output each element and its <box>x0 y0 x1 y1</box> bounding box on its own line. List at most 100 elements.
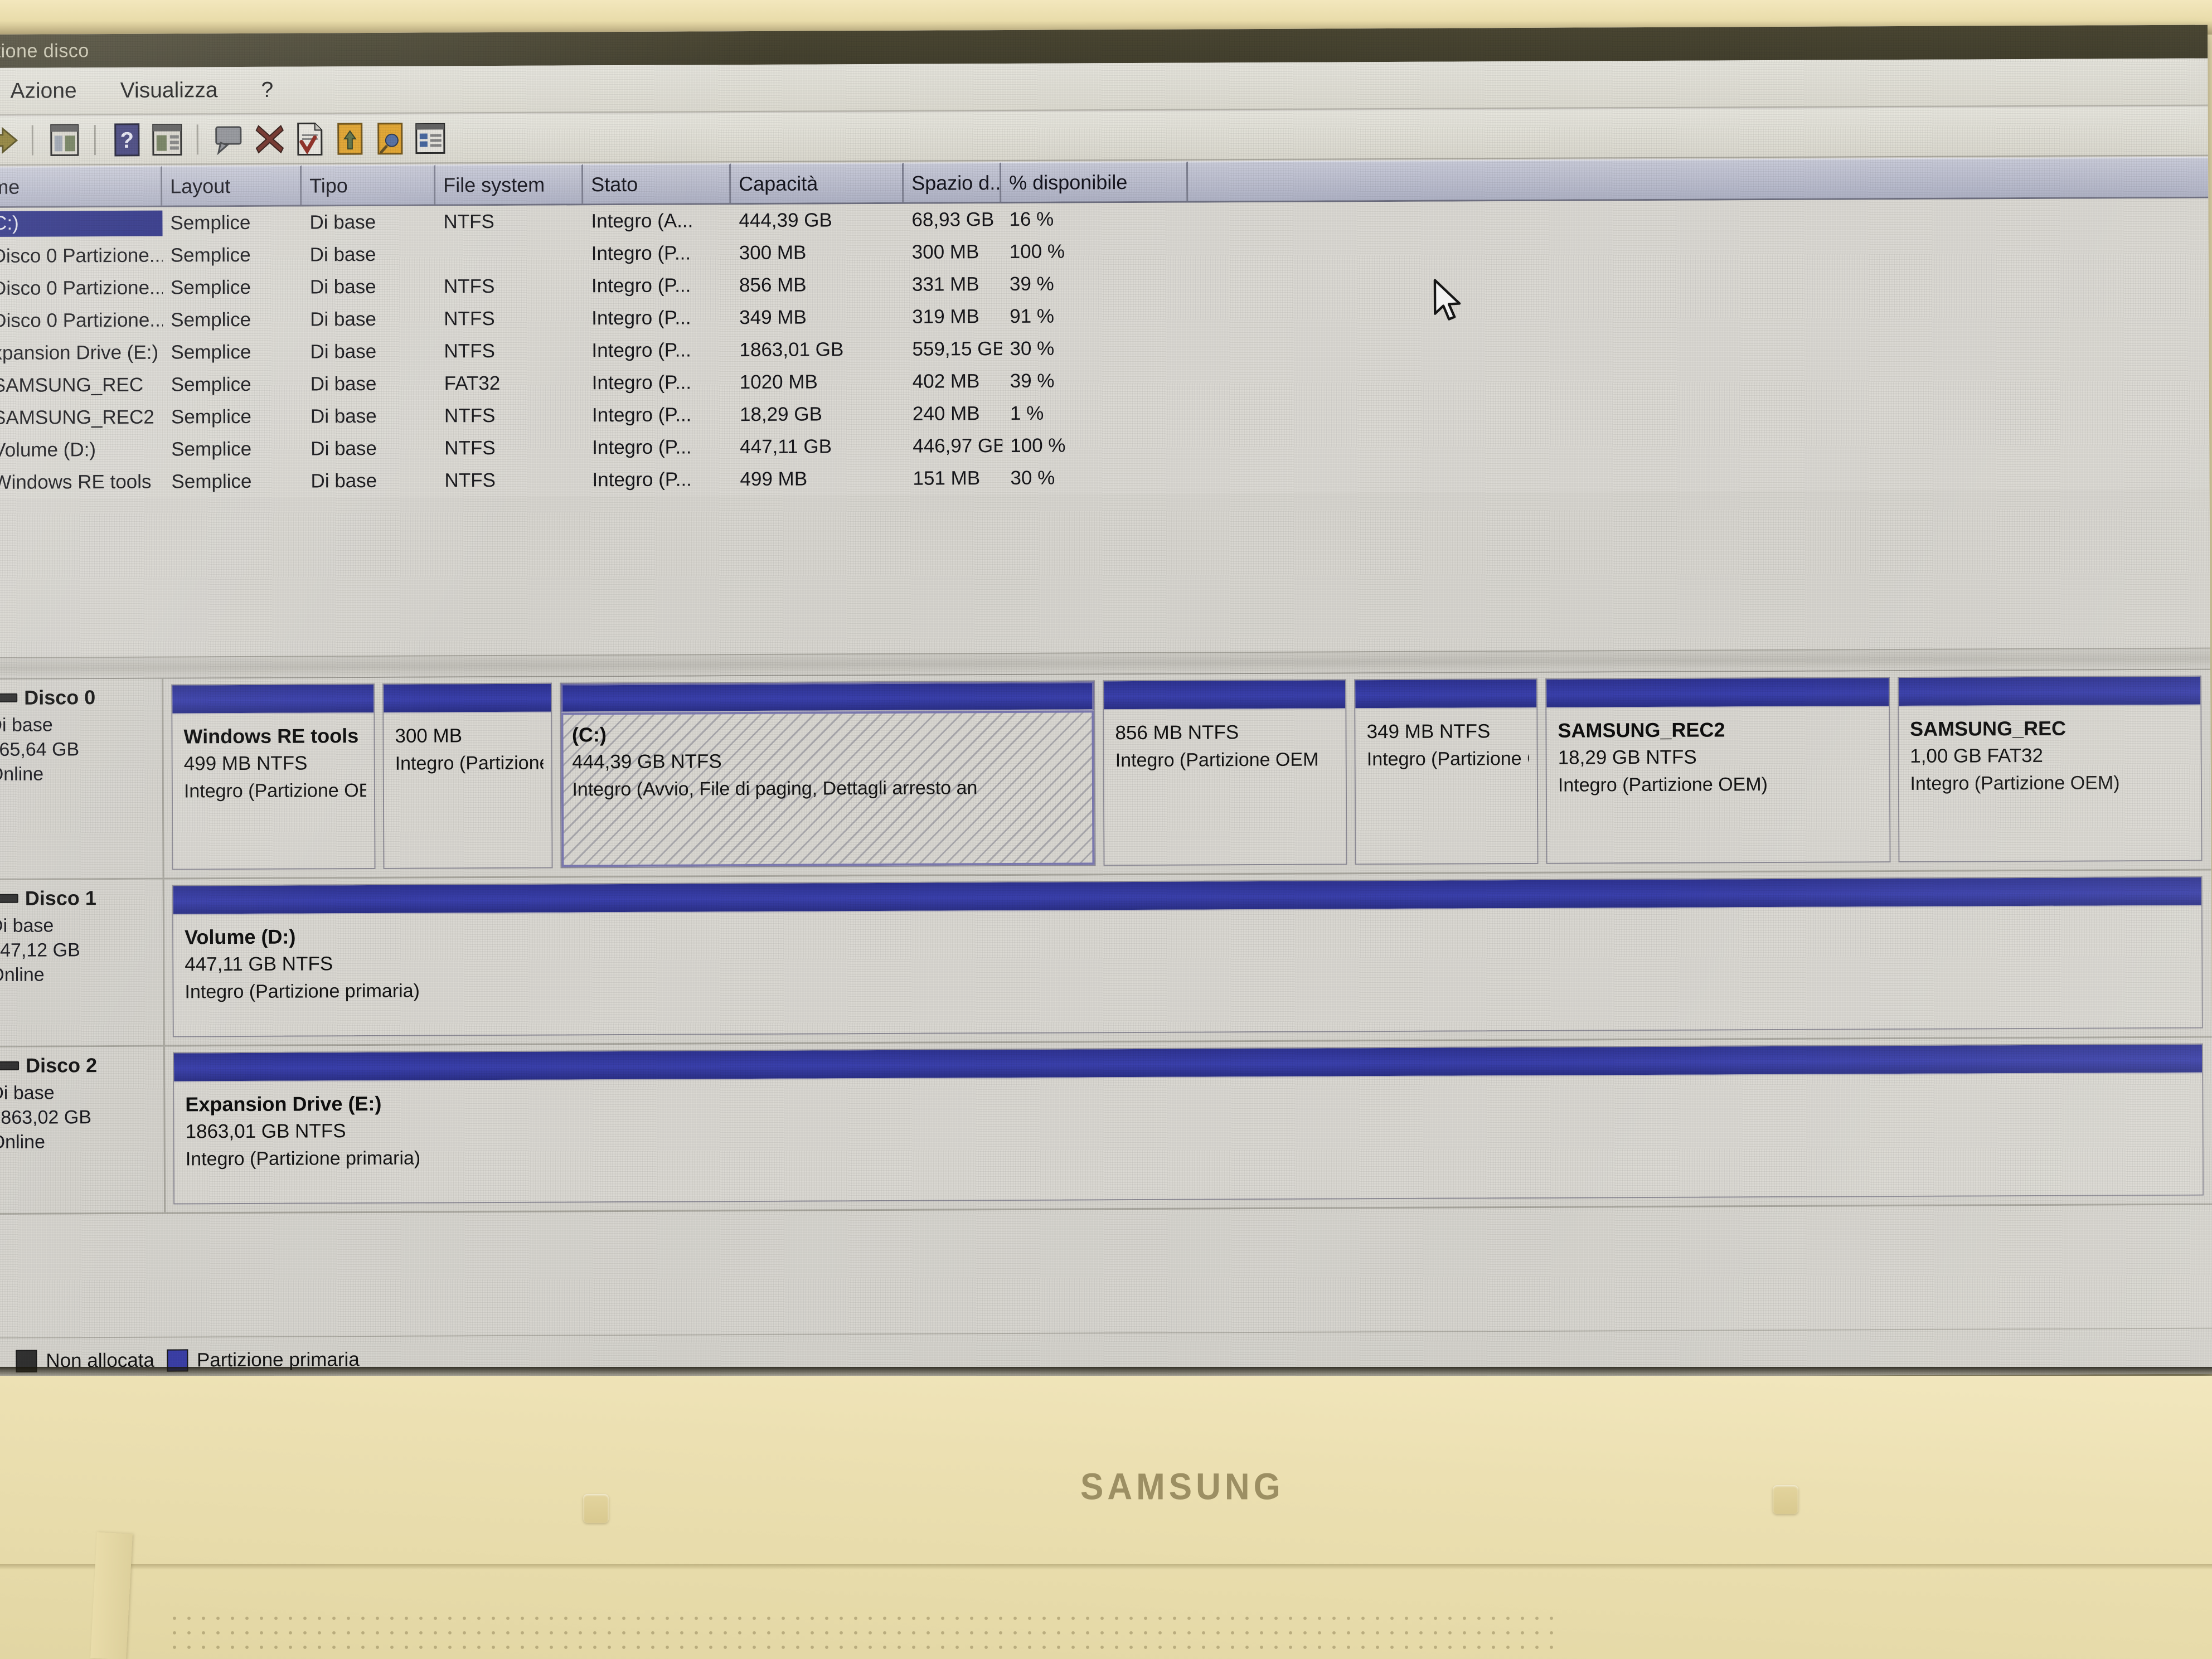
column-header-layout[interactable]: Layout <box>162 165 302 206</box>
partition-name: Windows RE tools <box>183 724 359 748</box>
disk-size: 465,64 GB <box>0 739 80 760</box>
cell-fs: NTFS <box>444 469 496 492</box>
disk-info-panel[interactable]: Disco 0 Di base 465,64 GB Online <box>0 678 164 879</box>
partition-block[interactable]: Expansion Drive (E:) 1863,01 GB NTFS Integ… <box>172 1043 2204 1205</box>
cell-layout: Semplice <box>171 373 251 396</box>
column-header-file-system[interactable]: File system <box>435 164 584 205</box>
partition-color-bar <box>1104 680 1346 711</box>
graphical-view-pane[interactable]: Disco 0 Di base 465,64 GB Online Windows RE … <box>0 670 2212 1337</box>
partition-block[interactable]: Volume (D:) 447,11 GB NTFS Integro (Partiz… <box>172 876 2203 1037</box>
disk-title-line: Disco 1 <box>0 886 163 910</box>
partition-details: 300 MB Integro (Partizione ( <box>384 712 552 868</box>
shrink-volume-icon[interactable] <box>372 120 409 157</box>
cell-stato: Integro (P... <box>592 468 692 491</box>
partition-status: Integro (Avvio, File di paging, Dettagli… <box>572 777 978 801</box>
cell-tipo: Di base <box>310 340 377 363</box>
cell-name: SAMSUNG_REC2 <box>0 406 154 429</box>
cell-fs: NTFS <box>444 308 495 330</box>
disk-info-panel[interactable]: Disco 2 Di base 1863,02 GB Online <box>0 1046 166 1213</box>
partition-size: 499 MB NTFS <box>183 752 308 775</box>
delete-icon[interactable] <box>251 121 288 158</box>
partition-color-bar <box>1355 679 1537 710</box>
cell-tipo: Di base <box>309 243 376 266</box>
partition-name: SAMSUNG_REC <box>1909 716 2067 740</box>
cell-layout: Semplice <box>170 276 251 299</box>
cell-name: (C:) <box>0 210 163 237</box>
refresh-icon[interactable] <box>211 121 248 158</box>
partition-block[interactable]: SAMSUNG_REC2 18,29 GB NTFS Integro (Partiz… <box>1545 677 1891 864</box>
cell-tipo: Di base <box>310 308 376 331</box>
partition-details: Windows RE tools 499 MB NTFS Integro (Part… <box>172 713 375 869</box>
volume-list-pane[interactable]: me Layout Tipo File system Stato Capacit… <box>0 157 2210 657</box>
menu-item-help[interactable]: ? <box>244 77 290 102</box>
partition-status: Integro (Partizione OEM) <box>1910 772 2120 794</box>
disk-type: Di base <box>0 915 54 937</box>
partition-details: SAMSUNG_REC 1,00 GB FAT32 Integro (Partizi… <box>1898 705 2201 862</box>
cell-spazio: 446,97 GB <box>913 435 1003 457</box>
bezel-bumper-right <box>1773 1485 1798 1514</box>
partition-block[interactable]: SAMSUNG_REC 1,00 GB FAT32 Integro (Partizi… <box>1897 675 2203 863</box>
partition-details: (C:) 444,39 GB NTFS Integro (Avvio, File d… <box>560 710 1095 867</box>
partition-details: 856 MB NTFS Integro (Partizione OEM <box>1104 709 1346 865</box>
laptop-photo: stione disco Azione Visualizza ? ? me La… <box>0 0 2212 1659</box>
cell-spazio: 331 MB <box>911 273 979 295</box>
samsung-brand-logo: SAMSUNG <box>1080 1466 1284 1508</box>
partition-color-bar <box>384 683 551 714</box>
column-header-stato[interactable]: Stato <box>583 163 731 204</box>
cell-capacita: 499 MB <box>740 468 808 491</box>
cell-capacita: 1863,01 GB <box>739 338 844 361</box>
disk-row[interactable]: Disco 1 Di base 447,12 GB Online Volume (D:)… <box>0 870 2212 1047</box>
partition-status: Integro (Partizione OE <box>183 779 366 802</box>
disk-row[interactable]: Disco 2 Di base 1863,02 GB Online Expansion … <box>0 1037 2212 1215</box>
cell-tipo: Di base <box>311 469 377 492</box>
partition-size: 856 MB NTFS <box>1115 721 1239 744</box>
column-header-spazio[interactable]: Spazio d... <box>904 162 1002 202</box>
column-header-nome[interactable]: me <box>0 166 163 206</box>
verify-icon[interactable] <box>292 120 328 157</box>
help-icon[interactable]: ? <box>109 122 145 158</box>
cell-pct: 91 % <box>1010 305 1055 327</box>
forward-arrow-icon[interactable] <box>0 122 21 159</box>
partition-size: 18,29 GB NTFS <box>1558 746 1697 769</box>
cell-fs: NTFS <box>444 436 496 459</box>
toolbar: ? <box>0 106 2208 166</box>
cell-name: xpansion Drive (E:) <box>0 341 159 364</box>
properties-window-icon[interactable] <box>46 122 83 158</box>
cell-pct: 39 % <box>1010 370 1055 392</box>
disk-status: Online <box>0 1131 46 1153</box>
cell-capacita: 349 MB <box>739 306 807 329</box>
cell-stato: Integro (P... <box>591 307 691 329</box>
cell-capacita: 300 MB <box>739 241 807 264</box>
cell-stato: Integro (P... <box>591 242 691 265</box>
menu-item-visualizza[interactable]: Visualizza <box>104 78 235 103</box>
partition-strip: Windows RE tools 499 MB NTFS Integro (Part… <box>163 670 2211 878</box>
disk-status: Online <box>0 763 44 785</box>
cell-capacita: 1020 MB <box>739 371 818 394</box>
disk-info-panel[interactable]: Disco 1 Di base 447,12 GB Online <box>0 879 165 1046</box>
cell-fs: NTFS <box>444 340 495 362</box>
partition-block[interactable]: 349 MB NTFS Integro (Partizione C <box>1354 678 1539 865</box>
menu-bar: Azione Visualizza ? <box>0 58 2208 115</box>
menu-item-azione[interactable]: Azione <box>0 79 94 104</box>
partition-block[interactable]: 856 MB NTFS Integro (Partizione OEM <box>1103 679 1347 866</box>
partition-name: SAMSUNG_REC2 <box>1558 718 1725 742</box>
cell-layout: Semplice <box>170 244 251 266</box>
cell-spazio: 151 MB <box>913 467 981 489</box>
disk-size: 1863,02 GB <box>0 1107 92 1128</box>
cell-stato: Integro (P... <box>591 274 691 297</box>
partition-block[interactable]: 300 MB Integro (Partizione ( <box>382 682 553 869</box>
console-window-icon[interactable] <box>149 121 186 158</box>
column-header-tipo[interactable]: Tipo <box>302 164 436 205</box>
extend-volume-icon[interactable] <box>332 120 368 157</box>
disk-type: Di base <box>0 714 53 736</box>
list-view-icon[interactable] <box>412 120 449 157</box>
toolbar-separator <box>31 125 35 156</box>
partition-block[interactable]: (C:) 444,39 GB NTFS Integro (Avvio, File d… <box>559 680 1096 869</box>
partition-block[interactable]: Windows RE tools 499 MB NTFS Integro (Part… <box>171 683 376 870</box>
window-title: stione disco <box>0 40 89 62</box>
disk-row[interactable]: Disco 0 Di base 465,64 GB Online Windows RE … <box>0 670 2211 880</box>
cell-name: Disco 0 Partizione... <box>0 244 163 267</box>
column-header-percentuale[interactable]: % disponibile <box>1001 161 1189 202</box>
cell-capacita: 18,29 GB <box>739 403 822 426</box>
column-header-capacita[interactable]: Capacità <box>731 162 904 203</box>
